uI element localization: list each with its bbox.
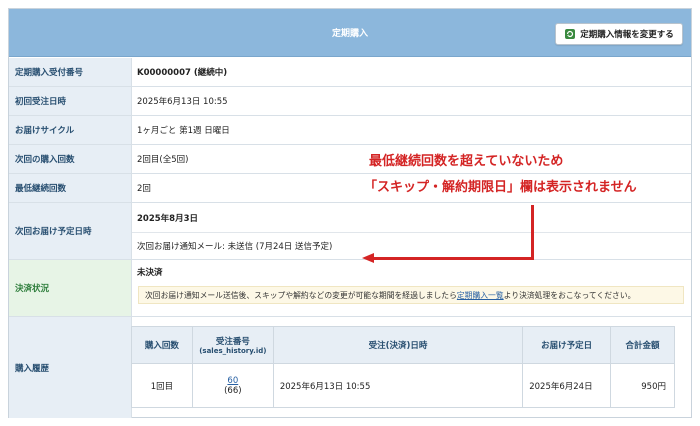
- cell-delivery-date: 2025年6月24日: [522, 363, 612, 408]
- table-row: 1回目 60 (66) 2025年6月13日 10:55 2025年6月24日 …: [131, 363, 675, 408]
- label-purchase-history: 購入履歴: [9, 317, 132, 418]
- label-min-continuation: 最低継続回数: [9, 174, 132, 202]
- annotation-arrow-horizontal: [373, 257, 534, 260]
- value-delivery-cycle: 1ヶ月ごと 第1週 日曜日: [137, 126, 230, 136]
- purchase-history-table: 購入回数 受注番号 (sales_history.id) 受注(決済)日時 お届…: [131, 326, 675, 408]
- panel-header: 定期購入 定期購入情報を変更する: [9, 9, 691, 57]
- table-header-row: 購入回数 受注番号 (sales_history.id) 受注(決済)日時 お届…: [131, 326, 675, 364]
- annotation-arrow-vertical: [531, 205, 534, 259]
- row-payment-status: 決済状況 未決済 次回お届け通知メール送信後、スキップや解約などの変更が可能な期…: [9, 260, 691, 317]
- edit-subscription-button[interactable]: 定期購入情報を変更する: [555, 23, 683, 45]
- col-total: 合計金額: [610, 326, 675, 364]
- col-delivery-date: お届け予定日: [522, 326, 612, 364]
- value-min-continuation: 2回: [137, 184, 151, 194]
- col-count: 購入回数: [131, 326, 193, 364]
- col-datetime: 受注(決済)日時: [272, 326, 524, 364]
- label-next-delivery: 次回お届け予定日時: [9, 203, 132, 259]
- cell-total: 950円: [610, 363, 675, 408]
- label-next-purchase-count: 次回の購入回数: [9, 145, 132, 173]
- value-next-purchase-count: 2回目(全5回): [137, 155, 189, 165]
- value-first-order-date: 2025年6月13日 10:55: [137, 97, 228, 107]
- col-order-no: 受注番号 (sales_history.id): [191, 326, 274, 364]
- label-payment-status: 決済状況: [9, 260, 132, 316]
- value-next-delivery-date: 2025年8月3日: [137, 213, 198, 224]
- subscription-list-link[interactable]: 定期購入一覧: [457, 290, 504, 301]
- notice-text-after: より決済処理をおこなってください。: [503, 290, 636, 300]
- col-order-no-sub: (sales_history.id): [199, 347, 267, 355]
- payment-notice: 次回お届け通知メール送信後、スキップや解約などの変更が可能な期間を経過しましたら…: [138, 286, 684, 304]
- value-order-number: K00000007 (継続中): [137, 68, 228, 78]
- label-delivery-cycle: お届けサイクル: [9, 116, 132, 144]
- annotation-line-2: 「スキップ・解約期限日」欄は表示されません: [364, 180, 637, 195]
- cell-datetime: 2025年6月13日 10:55: [272, 363, 524, 408]
- notice-text-before: 次回お届け通知メール送信後、スキップや解約などの変更が可能な期間を経過しましたら: [145, 290, 457, 300]
- row-first-order-date: 初回受注日時 2025年6月13日 10:55: [9, 87, 691, 116]
- annotation-line-1: 最低継続回数を超えていないため: [369, 154, 564, 169]
- label-first-order-date: 初回受注日時: [9, 87, 132, 115]
- edit-subscription-label: 定期購入情報を変更する: [580, 30, 674, 40]
- value-next-delivery-mail: 次回お届け通知メール: 未送信 (7月24日 送信予定): [137, 242, 333, 252]
- value-payment-status: 未決済: [137, 268, 163, 278]
- row-next-purchase-count: 次回の購入回数 2回目(全5回): [9, 145, 691, 174]
- row-delivery-cycle: お届けサイクル 1ヶ月ごと 第1週 日曜日: [9, 116, 691, 145]
- label-order-number: 定期購入受付番号: [9, 58, 132, 86]
- order-sub-id: (66): [224, 385, 242, 396]
- order-number-link[interactable]: 60: [193, 376, 273, 386]
- cell-count: 1回目: [131, 363, 193, 408]
- row-order-number: 定期購入受付番号 K00000007 (継続中): [9, 58, 691, 87]
- cell-order-no: 60 (66): [191, 363, 274, 408]
- refresh-edit-icon: [565, 29, 576, 39]
- row-next-delivery: 次回お届け予定日時 2025年8月3日 次回お届け通知メール: 未送信 (7月2…: [9, 203, 691, 260]
- annotation-arrow-head-icon: [362, 253, 374, 263]
- col-order-no-label: 受注番号: [215, 337, 250, 347]
